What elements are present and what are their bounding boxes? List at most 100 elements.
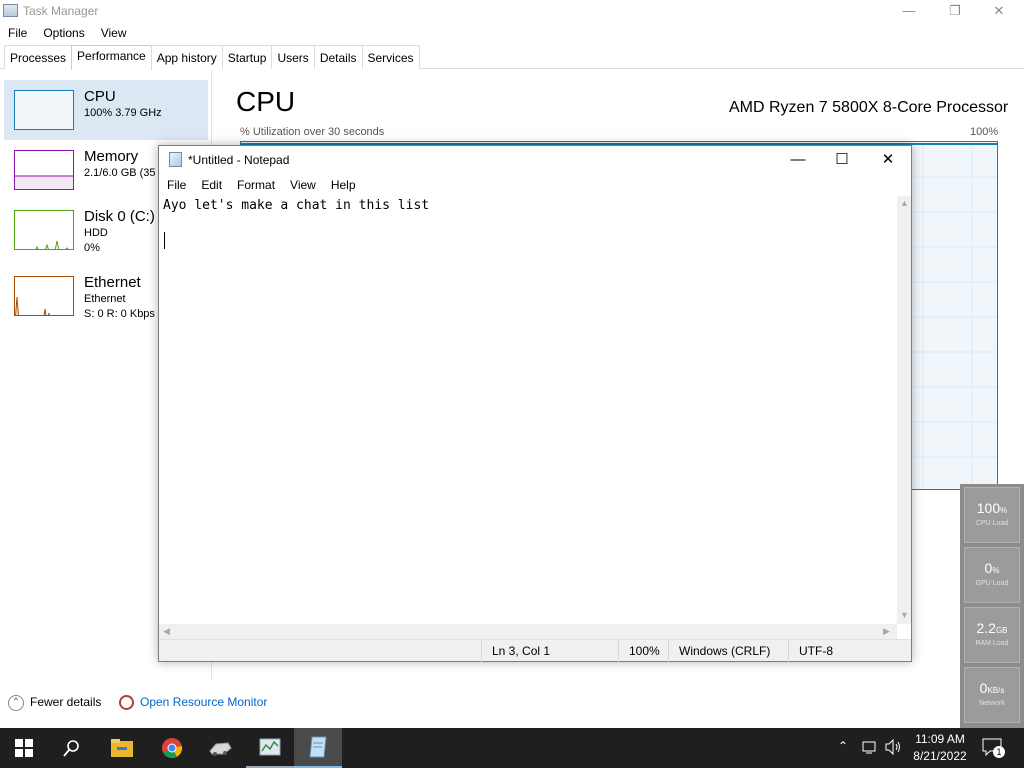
system-monitor-gadget: 100% CPU Load 0% GPU Load 2.2GB RAM Load… (960, 484, 1024, 728)
text-caret (164, 232, 165, 249)
ethernet-thumbnail-graph (14, 276, 74, 316)
sidebar-item-detail-2: 0% (84, 242, 100, 254)
network-tile: 0KB/s Network (964, 667, 1020, 723)
resource-monitor-icon (119, 695, 134, 711)
text-line: Ayo let's make a chat in this list (163, 198, 430, 213)
text-editor-area[interactable]: Ayo let's make a chat in this list (159, 196, 897, 624)
menu-format[interactable]: Format (229, 176, 282, 196)
taskbar-chrome[interactable] (148, 728, 196, 768)
sidebar-item-label: Disk 0 (C:) (84, 208, 155, 225)
search-icon (63, 740, 79, 757)
taskbar: ⌃ 11:09 AM 8/21/2022 1 (0, 728, 1024, 768)
tab-bar: Processes Performance App history Startu… (0, 45, 1024, 70)
scroll-down-icon[interactable]: ▼ (900, 610, 909, 620)
open-resource-monitor-link[interactable]: Open Resource Monitor (119, 695, 268, 711)
processor-name: AMD Ryzen 7 5800X 8-Core Processor (729, 99, 1009, 116)
app-icon (209, 742, 232, 756)
clock-date: 8/21/2022 (913, 749, 967, 763)
sidebar-item-detail: 2.1/6.0 GB (35 (84, 167, 156, 179)
chrome-icon (162, 738, 183, 759)
windows-logo-icon (15, 739, 33, 757)
network-icon (862, 741, 876, 754)
close-button[interactable]: ✕ (865, 146, 911, 174)
vertical-scrollbar[interactable]: ▲ ▼ (897, 196, 911, 624)
text-line (163, 215, 893, 232)
sidebar-item-cpu[interactable]: CPU 100% 3.79 GHz (4, 80, 208, 140)
open-resource-monitor-label: Open Resource Monitor (140, 695, 268, 709)
search-button[interactable] (48, 728, 96, 768)
close-button[interactable]: ✕ (976, 0, 1022, 22)
tab-performance[interactable]: Performance (71, 45, 152, 70)
menu-file[interactable]: File (159, 176, 193, 196)
taskbar-app[interactable] (196, 728, 244, 768)
horizontal-scrollbar[interactable]: ◀ ▶ (159, 624, 897, 639)
tab-services[interactable]: Services (361, 45, 420, 69)
menu-view[interactable]: View (282, 176, 323, 196)
ram-load-label: RAM Load (975, 640, 1009, 647)
notification-count-badge: 1 (993, 746, 1005, 758)
zoom-level: 100% (618, 640, 668, 662)
gpu-load-tile: 0% GPU Load (964, 547, 1020, 603)
sidebar-item-detail: 100% 3.79 GHz (84, 107, 162, 119)
task-manager-icon (259, 738, 281, 756)
speaker-icon (885, 738, 900, 756)
taskbar-notepad[interactable] (294, 728, 342, 768)
menu-edit[interactable]: Edit (193, 176, 229, 196)
menu-file[interactable]: File (0, 23, 35, 43)
maximize-button[interactable]: ☐ (819, 146, 865, 174)
notepad-title: *Untitled - Notepad (188, 153, 290, 167)
memory-thumbnail-graph (14, 150, 74, 190)
task-manager-titlebar[interactable]: Task Manager — ❐ ✕ (0, 0, 1024, 22)
scroll-right-icon[interactable]: ▶ (883, 626, 890, 637)
sidebar-item-label: Memory (84, 148, 139, 165)
cpu-load-tile: 100% CPU Load (964, 487, 1020, 543)
status-bar: Ln 3, Col 1 100% Windows (CRLF) UTF-8 (159, 639, 911, 662)
fewer-details-label: Fewer details (30, 695, 102, 710)
cpu-load-label: CPU Load (975, 520, 1009, 527)
notepad-icon (309, 736, 327, 758)
sidebar-item-detail: HDD (84, 227, 108, 239)
chevron-up-icon: ⌃ (838, 739, 849, 753)
ram-load-tile: 2.2GB RAM Load (964, 607, 1020, 663)
tab-processes[interactable]: Processes (4, 45, 73, 69)
sidebar-item-detail-2: S: 0 R: 0 Kbps (84, 308, 155, 320)
notepad-titlebar[interactable]: *Untitled - Notepad — ☐ ✕ (159, 146, 911, 174)
gpu-load-label: GPU Load (975, 580, 1009, 587)
text-line (163, 232, 893, 249)
taskbar-task-manager[interactable] (246, 728, 294, 768)
tab-users[interactable]: Users (271, 45, 315, 69)
tab-app-history[interactable]: App history (150, 45, 223, 69)
tab-startup[interactable]: Startup (221, 45, 273, 69)
menu-bar: File Options View (0, 23, 135, 43)
network-tray-icon[interactable] (862, 739, 878, 758)
taskbar-clock[interactable]: 11:09 AM 8/21/2022 (905, 731, 975, 765)
clock-time: 11:09 AM (915, 732, 965, 746)
show-hidden-icons-button[interactable]: ⌃ (838, 739, 848, 753)
ram-load-unit: GB (995, 626, 1008, 635)
cpu-thumbnail-graph (14, 90, 74, 130)
line-ending: Windows (CRLF) (668, 640, 788, 662)
notification-center-button[interactable]: 1 (982, 738, 1005, 758)
notepad-window: *Untitled - Notepad — ☐ ✕ File Edit Form… (158, 145, 912, 662)
menu-view[interactable]: View (93, 23, 135, 43)
task-manager-icon (3, 4, 18, 17)
utilization-max-label: 100% (970, 126, 999, 138)
restore-button[interactable]: ❐ (932, 0, 978, 22)
scroll-left-icon[interactable]: ◀ (163, 626, 170, 637)
scroll-up-icon[interactable]: ▲ (900, 198, 909, 208)
start-button[interactable] (0, 728, 48, 768)
menu-help[interactable]: Help (323, 176, 363, 196)
file-explorer-icon (111, 739, 133, 757)
network-unit: KB/s (987, 686, 1005, 695)
minimize-button[interactable]: — (886, 0, 932, 22)
tab-details[interactable]: Details (313, 45, 363, 69)
minimize-button[interactable]: — (775, 146, 821, 174)
menu-options[interactable]: Options (35, 23, 92, 43)
chevron-up-icon: ⌃ (8, 695, 24, 711)
sidebar-item-label: Ethernet (84, 274, 141, 291)
volume-tray-icon[interactable] (884, 738, 902, 758)
taskbar-file-explorer[interactable] (98, 728, 146, 768)
utilization-label: % Utilization over 30 seconds (240, 126, 385, 138)
notepad-icon (169, 152, 182, 167)
fewer-details-button[interactable]: ⌃ Fewer details (8, 695, 101, 711)
